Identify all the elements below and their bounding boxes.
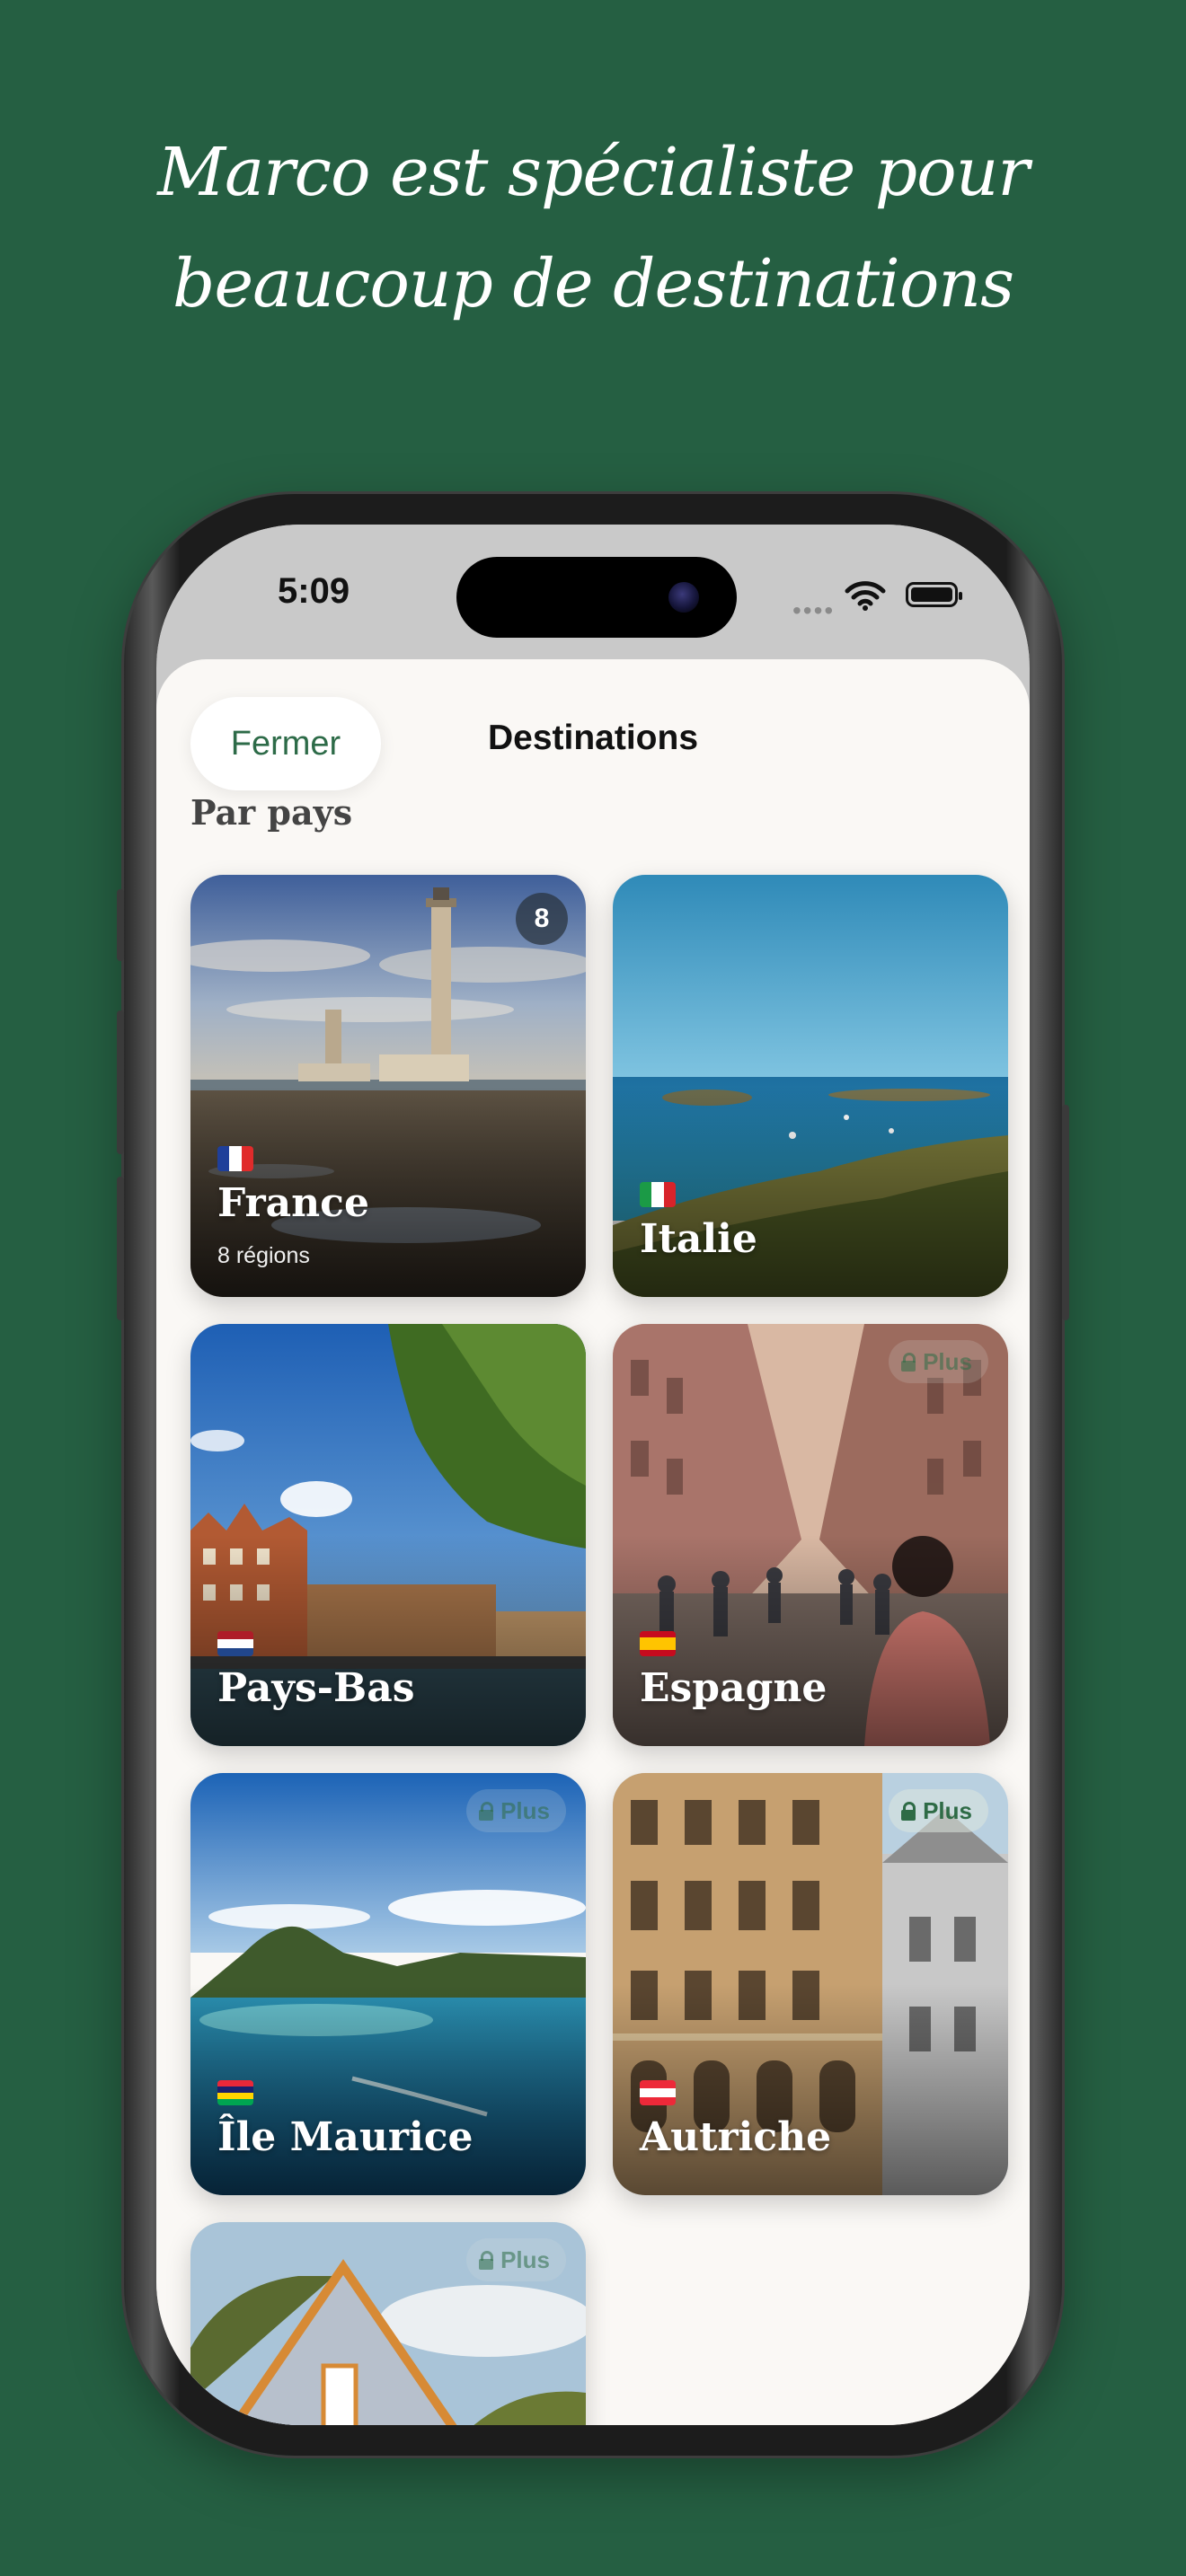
premium-lock-badge: Plus (889, 1340, 988, 1383)
cellular-signal-icon: •••• (792, 596, 836, 624)
destination-card-espagne[interactable]: Plus Espagne (613, 1324, 1008, 1746)
premium-lock-badge: Plus (466, 2238, 566, 2281)
card-title: Espagne (640, 1665, 828, 1711)
austria-flag-icon (640, 2080, 676, 2105)
destination-card-pays-bas[interactable]: Pays-Bas (190, 1324, 586, 1746)
card-title: Pays-Bas (217, 1665, 415, 1711)
status-time: 5:09 (278, 571, 350, 611)
phone-screen: 5:09 •••• Fermer Destinations Par pays 8… (156, 525, 1030, 2425)
phone-frame: 5:09 •••• Fermer Destinations Par pays 8… (117, 494, 1069, 2456)
lock-icon (901, 1802, 916, 1821)
sheet-title: Destinations (487, 719, 699, 757)
section-heading: Par pays (190, 792, 353, 833)
spain-flag-icon (640, 1631, 676, 1656)
lock-icon (901, 1353, 916, 1372)
mauritius-flag-icon (217, 2080, 253, 2105)
card-title: Italie (640, 1216, 757, 1262)
italy-flag-icon (640, 1182, 676, 1207)
camera-icon (668, 582, 699, 613)
region-count-badge: 8 (516, 893, 568, 945)
card-title: Autriche (640, 2114, 832, 2160)
lock-icon (479, 2251, 494, 2270)
card-subtitle: 8 régions (217, 1243, 310, 1268)
france-flag-icon (217, 1146, 253, 1171)
marketing-headline: Marco est spécialiste pour beaucoup de d… (157, 134, 1030, 322)
card-title: Île Maurice (217, 2114, 474, 2160)
premium-lock-badge: Plus (889, 1789, 988, 1832)
destinations-sheet: Fermer Destinations Par pays 8 France 8 … (156, 659, 1030, 2425)
destination-card-ile-maurice[interactable]: Plus Île Maurice (190, 1773, 586, 2195)
destination-card-italie[interactable]: Italie (613, 875, 1008, 1297)
battery-icon (906, 582, 962, 607)
premium-lock-badge: Plus (466, 1789, 566, 1832)
destination-card-france[interactable]: 8 France 8 régions (190, 875, 586, 1297)
destination-card-autriche[interactable]: Plus Autriche (613, 1773, 1008, 2195)
lock-icon (479, 1802, 494, 1821)
wifi-icon (845, 581, 886, 611)
status-bar: 5:09 •••• (156, 525, 1030, 659)
destination-card-partial[interactable]: Plus (190, 2222, 586, 2425)
netherlands-flag-icon (217, 1631, 253, 1656)
card-title: France (217, 1180, 369, 1226)
